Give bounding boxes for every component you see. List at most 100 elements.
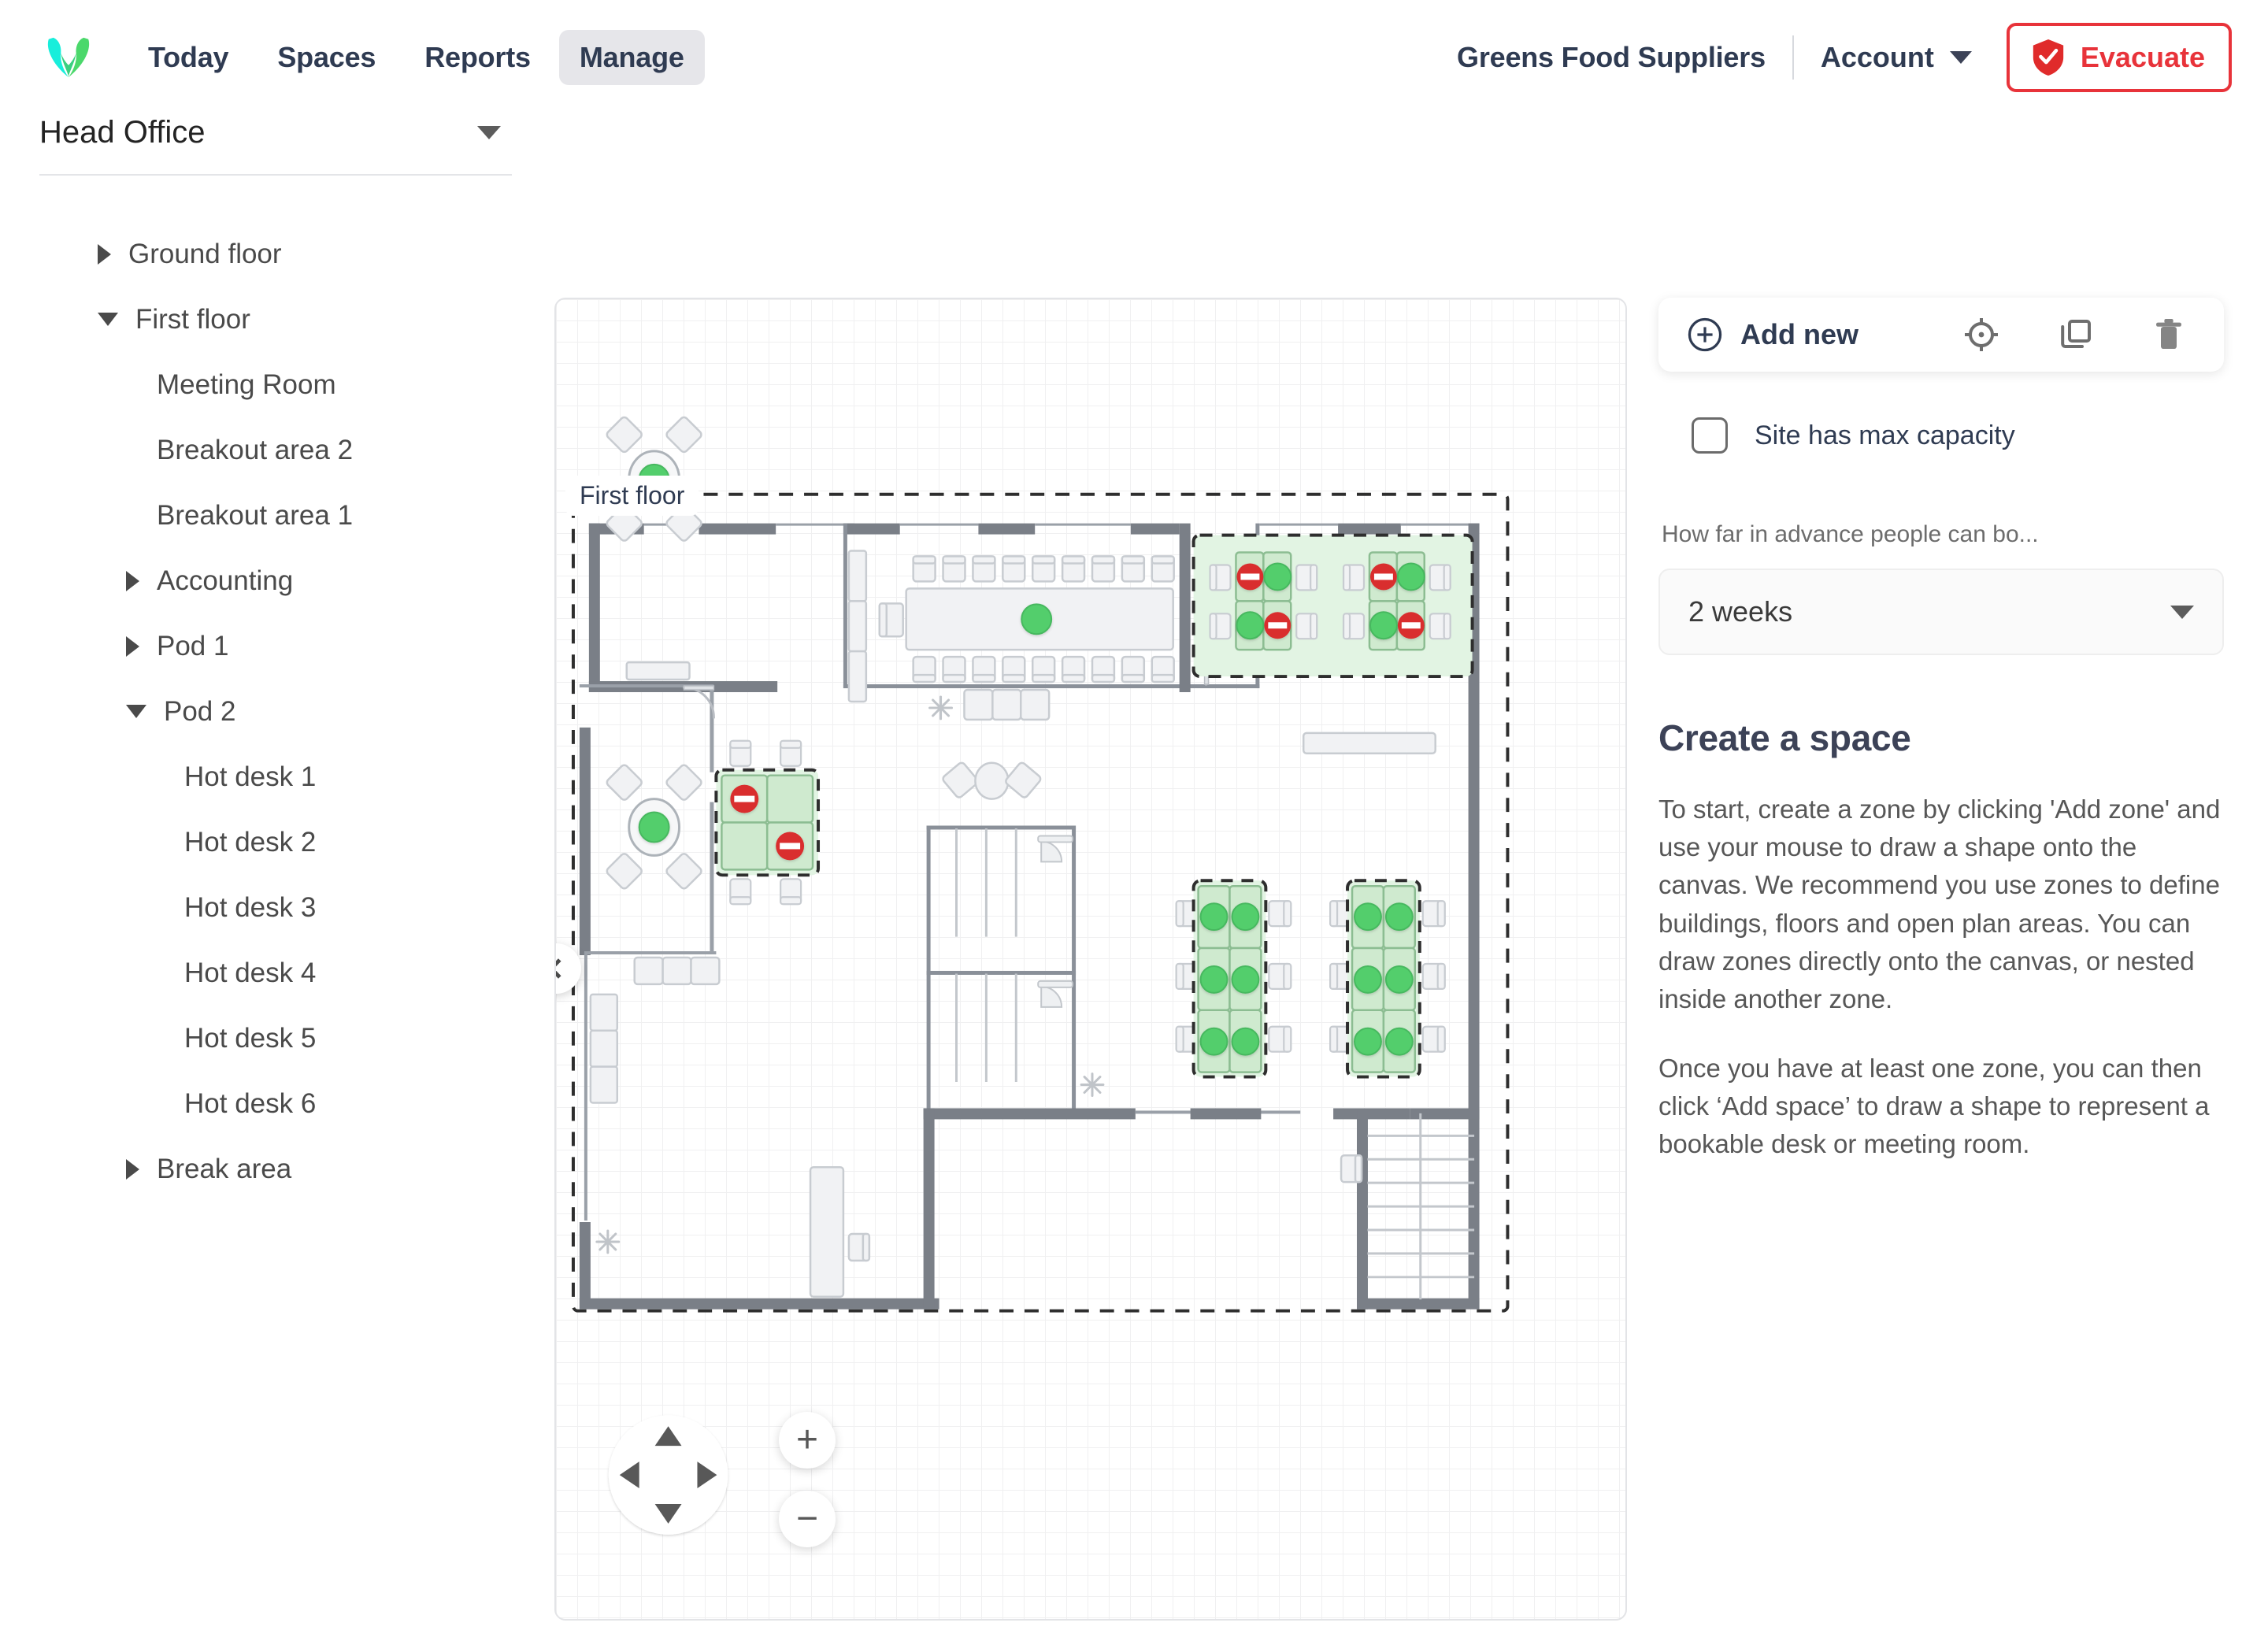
tree-item-label: Breakout area 2	[157, 434, 354, 465]
add-new-toolbar: Add new	[1658, 298, 2224, 372]
chevron-down-icon	[1949, 51, 1972, 64]
caret-right-icon[interactable]	[126, 570, 139, 591]
top-bar-right: Greens Food Suppliers Account Evacuate	[1457, 23, 2232, 92]
add-new-label: Add new	[1740, 318, 1858, 350]
caret-down-icon	[2170, 605, 2194, 619]
caret-down-icon	[477, 126, 501, 139]
availability-dot-available	[638, 811, 670, 843]
tree-item-first-floor[interactable]: First floor	[39, 287, 551, 352]
availability-dot-available	[1231, 902, 1260, 932]
tree-item-accounting[interactable]: Accounting	[39, 548, 551, 613]
tree-item-pod-1[interactable]: Pod 1	[39, 613, 551, 679]
zone-break-area	[1191, 533, 1474, 679]
caret-right-icon[interactable]	[126, 635, 139, 657]
availability-dot-available	[1199, 902, 1228, 932]
zoom-in-button[interactable]: +	[779, 1412, 836, 1469]
heart-logo[interactable]	[44, 33, 93, 82]
availability-dot-available	[1263, 562, 1292, 591]
availability-dot-available	[1231, 1027, 1260, 1056]
nav-item-manage[interactable]: Manage	[558, 30, 705, 85]
advance-booking-label: How far in advance people can bo...	[1662, 521, 2039, 547]
help-title: Create a space	[1658, 717, 1911, 758]
tree-item-hot-desk-6[interactable]: Hot desk 6	[39, 1071, 551, 1136]
tree-item-label: Pod 2	[164, 695, 236, 727]
tree-item-label: Hot desk 3	[184, 891, 317, 923]
tree-item-hot-desk-4[interactable]: Hot desk 4	[39, 940, 551, 1006]
caret-right-icon[interactable]	[126, 1158, 139, 1180]
right-panel: Add new Site has max capacity How far in…	[1630, 115, 2268, 1630]
availability-dot-available	[1369, 611, 1398, 640]
availability-dot-available	[1236, 611, 1265, 640]
caret-down-icon[interactable]	[126, 705, 146, 718]
tree-item-hot-desk-5[interactable]: Hot desk 5	[39, 1006, 551, 1071]
tree-item-label: Hot desk 2	[184, 826, 317, 858]
tree-item-pod-2[interactable]: Pod 2	[39, 679, 551, 744]
trash-icon[interactable]	[2151, 316, 2186, 354]
space-tree: Ground floor First floor Meeting Room Br…	[39, 176, 551, 1202]
tree-item-meeting-room[interactable]: Meeting Room	[39, 352, 551, 417]
zone-label-first-floor: First floor	[565, 476, 699, 516]
tree-item-break-area[interactable]: Break area	[39, 1136, 551, 1202]
copy-icon[interactable]	[2057, 316, 2095, 354]
main-nav: Today Spaces Reports Manage	[128, 30, 705, 85]
canvas-controls	[608, 1415, 728, 1535]
tree-item-label: Hot desk 6	[184, 1087, 317, 1119]
toolbar-icons	[1962, 316, 2186, 354]
tree-item-breakout-area-2[interactable]: Breakout area 2	[39, 417, 551, 483]
advance-booking-value: 2 weeks	[1688, 595, 1793, 628]
breakout-area-2-space	[606, 764, 702, 890]
tree-item-ground-floor[interactable]: Ground floor	[39, 221, 551, 287]
availability-dot-available	[1021, 603, 1053, 635]
availability-dot-available	[1354, 902, 1382, 932]
zone-pod-1	[1175, 879, 1292, 1079]
help-paragraph-1: To start, create a zone by clicking 'Add…	[1658, 795, 2221, 1013]
zoom-out-button[interactable]: −	[779, 1491, 836, 1547]
tree-item-breakout-area-1[interactable]: Breakout area 1	[39, 483, 551, 548]
tree-item-label: First floor	[135, 303, 250, 335]
evacuate-button[interactable]: Evacuate	[2006, 23, 2232, 92]
caret-down-icon[interactable]	[98, 313, 118, 326]
plus-circle-icon	[1688, 317, 1722, 352]
help-paragraph-2: Once you have at least one zone, you can…	[1658, 1054, 2210, 1159]
availability-dot-available	[1354, 1027, 1382, 1056]
advance-booking-select[interactable]: 2 weeks	[1658, 569, 2224, 655]
nav-item-spaces[interactable]: Spaces	[257, 30, 396, 85]
tree-item-label: Hot desk 4	[184, 957, 317, 988]
organisation-name: Greens Food Suppliers	[1457, 41, 1766, 73]
availability-dot-available	[1384, 1027, 1414, 1056]
floorplan-canvas[interactable]: First floor + −	[554, 298, 1627, 1621]
floorplan-drawing[interactable]	[556, 299, 1625, 1619]
nav-item-today[interactable]: Today	[128, 30, 249, 85]
target-icon[interactable]	[1962, 316, 2000, 354]
add-new-button[interactable]: Add new	[1687, 317, 1858, 353]
availability-dot-available	[1199, 1027, 1228, 1056]
tree-item-hot-desk-1[interactable]: Hot desk 1	[39, 744, 551, 809]
tree-item-label: Ground floor	[128, 238, 282, 269]
max-capacity-checkbox[interactable]	[1692, 417, 1728, 454]
tree-item-hot-desk-2[interactable]: Hot desk 2	[39, 809, 551, 875]
lounge-cluster	[942, 761, 1042, 800]
max-capacity-row[interactable]: Site has max capacity	[1692, 417, 2224, 454]
evacuate-label: Evacuate	[2080, 41, 2205, 73]
site-selector[interactable]: Head Office	[39, 115, 512, 176]
tree-item-label: Accounting	[157, 565, 294, 596]
availability-dot-available	[1199, 965, 1228, 994]
tree-item-hot-desk-3[interactable]: Hot desk 3	[39, 875, 551, 940]
max-capacity-label: Site has max capacity	[1755, 420, 2015, 450]
availability-dot-available	[1231, 965, 1260, 994]
chevron-left-icon	[556, 958, 569, 979]
tree-item-label: Breakout area 1	[157, 499, 354, 531]
account-menu[interactable]: Account	[1821, 41, 1972, 74]
tree-item-label: Hot desk 1	[184, 761, 317, 792]
top-navigation-bar: Today Spaces Reports Manage Greens Food …	[0, 0, 2268, 115]
caret-right-icon[interactable]	[98, 243, 111, 265]
nav-item-reports[interactable]: Reports	[404, 30, 551, 85]
site-name: Head Office	[39, 115, 206, 150]
availability-dot-available	[1384, 965, 1414, 994]
